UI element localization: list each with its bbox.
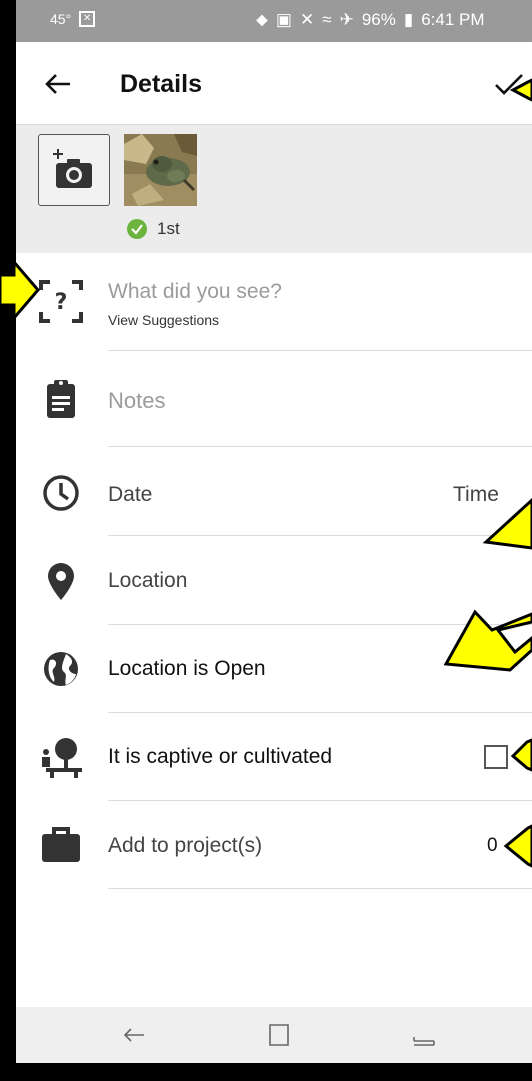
captive-row[interactable]: It is captive or cultivated — [16, 714, 532, 801]
row-divider — [108, 800, 532, 801]
notes-input[interactable]: Notes — [108, 388, 165, 414]
svg-text:?: ? — [55, 290, 68, 315]
project-count: 0 — [487, 835, 498, 856]
check-circle-icon — [127, 219, 147, 239]
first-photo-badge: 1st — [127, 219, 180, 239]
photo-strip: 1st — [16, 125, 532, 253]
geoprivacy-row[interactable]: Location is Open — [16, 626, 532, 713]
battery-percent: 96% — [361, 10, 396, 29]
globe-icon — [36, 644, 86, 694]
checkmark-icon — [495, 74, 523, 95]
date-time-row: Date Time — [16, 448, 532, 536]
briefcase-icon — [36, 820, 86, 870]
screen: 45° ✕ ⬥ ▣ ✕ ≈ ✈ 96% ▮ 6:41 PM Details 1s… — [16, 0, 532, 1063]
clock-icon — [36, 468, 86, 518]
nfc-icon: ▣ — [275, 10, 292, 29]
back-button[interactable] — [40, 66, 76, 102]
nav-recents-icon — [269, 1024, 289, 1046]
battery-icon: ▮ — [403, 10, 414, 29]
system-nav-bar — [16, 1007, 532, 1063]
wifi-icon: ≈ — [322, 10, 332, 29]
app-toolbar: Details — [16, 42, 532, 125]
row-divider — [108, 446, 532, 447]
location-field[interactable]: Location — [108, 569, 187, 593]
add-camera-icon — [53, 149, 92, 188]
add-to-project-label[interactable]: Add to project(s) — [108, 834, 262, 858]
species-row[interactable]: ? What did you see? View Suggestions — [16, 254, 532, 351]
species-unknown-icon: ? — [36, 276, 86, 326]
back-arrow-icon — [45, 74, 70, 94]
species-input[interactable]: What did you see? — [108, 280, 282, 304]
location-row[interactable]: Location — [16, 537, 532, 625]
row-divider — [108, 624, 532, 625]
nav-home-button[interactable] — [410, 1021, 438, 1049]
row-divider — [108, 712, 532, 713]
notes-row[interactable]: Notes — [16, 352, 532, 447]
notification-icon: ✕ — [79, 11, 96, 27]
status-bar: 45° ✕ ⬥ ▣ ✕ ≈ ✈ 96% ▮ 6:41 PM — [16, 0, 532, 42]
page-title: Details — [120, 70, 202, 98]
airplane-icon: ✈ — [339, 10, 354, 29]
save-button[interactable] — [492, 66, 528, 102]
date-field[interactable]: Date — [108, 483, 152, 507]
view-suggestions-link[interactable]: View Suggestions — [108, 312, 219, 328]
projects-row[interactable]: Add to project(s) 0 — [16, 802, 532, 889]
geoprivacy-status[interactable]: Location is Open — [108, 657, 266, 681]
time-field[interactable]: Time — [453, 483, 499, 507]
frog-photo — [124, 134, 197, 206]
clipboard-icon — [36, 374, 86, 424]
nav-back-button[interactable] — [120, 1021, 148, 1049]
nav-switch-icon — [413, 1037, 435, 1046]
nav-back-icon — [123, 1028, 144, 1042]
location-pin-icon — [36, 556, 86, 606]
row-divider — [108, 535, 532, 536]
first-photo-label: 1st — [157, 219, 180, 238]
nav-recents-button[interactable] — [265, 1021, 293, 1049]
potted-plant-icon — [36, 732, 86, 782]
mute-icon: ✕ — [299, 10, 315, 29]
captive-checkbox[interactable] — [484, 745, 508, 769]
add-photo-button[interactable] — [38, 134, 110, 206]
temperature-text: 45° — [50, 11, 72, 27]
captive-label: It is captive or cultivated — [108, 745, 333, 768]
row-divider — [108, 350, 532, 351]
observation-photo-thumbnail[interactable] — [124, 134, 197, 206]
clock-time: 6:41 PM — [421, 10, 485, 29]
location-pin-icon: ⬥ — [256, 10, 268, 29]
row-divider — [108, 888, 532, 889]
